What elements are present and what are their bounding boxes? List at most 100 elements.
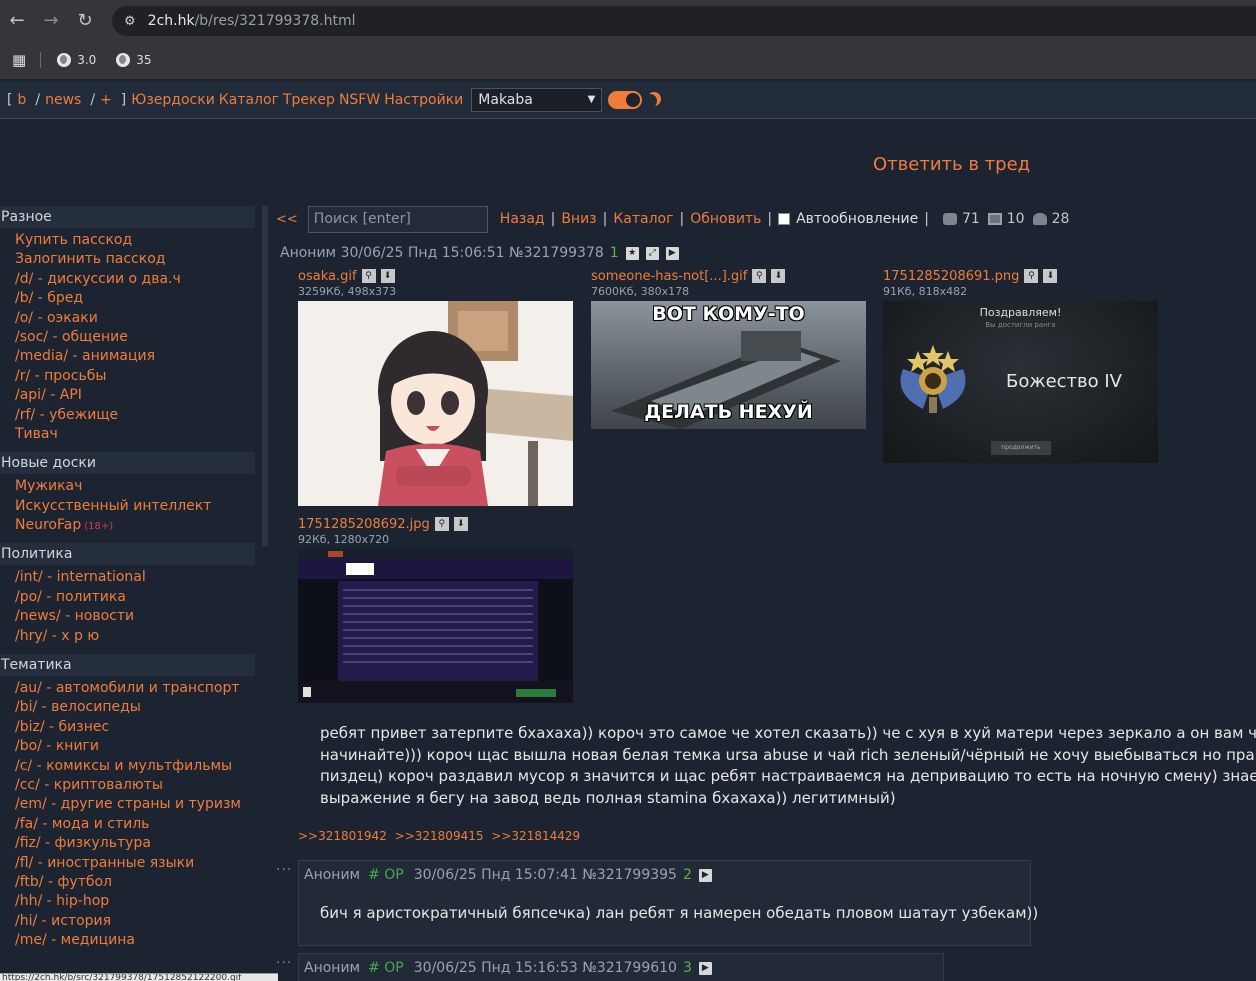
- search-input[interactable]: Поиск [enter]: [307, 205, 488, 233]
- post-count: 3: [682, 960, 692, 976]
- post-number[interactable]: №321799378: [509, 245, 604, 261]
- sidebar-board-link[interactable]: /biz/ - бизнес: [0, 718, 268, 737]
- download-icon[interactable]: ⬇: [771, 269, 786, 283]
- post-menu-icon[interactable]: ···: [276, 862, 292, 878]
- message-line: ребят привет затерпите бхахаха)) короч э…: [320, 724, 1256, 742]
- meme-caption-top: ВОТ КОМУ-ТО: [652, 303, 805, 325]
- play-icon[interactable]: ▶: [665, 246, 679, 260]
- nav-catalog-link[interactable]: Каталог: [613, 211, 673, 227]
- sidebar-board-link[interactable]: /cc/ - криптовалюты: [0, 776, 268, 795]
- nav-tracker[interactable]: Трекер: [283, 92, 335, 108]
- nav-down-link[interactable]: Вниз: [561, 211, 596, 227]
- sidebar-board-link[interactable]: /api/ - API: [0, 386, 268, 405]
- image-thumbnail[interactable]: Поздравляем! Вы достигли ранга Божество …: [883, 301, 1158, 463]
- sidebar-board-link[interactable]: /soc/ - общение: [0, 328, 268, 347]
- star-icon[interactable]: ★: [625, 246, 639, 260]
- sidebar-board-link[interactable]: /hi/ - история: [0, 912, 268, 931]
- reply-thread-link[interactable]: Ответить в тред: [873, 154, 1030, 175]
- sidebar-board-link[interactable]: /d/ - дискуссии о два.ч: [0, 270, 268, 289]
- bookmark-1[interactable]: 3.0: [57, 52, 96, 67]
- post-number[interactable]: №321799610: [582, 960, 677, 976]
- sidebar-board-link[interactable]: /hh/ - hip-hop: [0, 892, 268, 911]
- file-name-link[interactable]: 1751285208692.jpg: [298, 517, 430, 532]
- file-name-link[interactable]: 1751285208691.png: [883, 269, 1019, 284]
- board-link-b[interactable]: b: [17, 92, 26, 108]
- sidebar-board-link[interactable]: /rf/ - убежище: [0, 406, 268, 425]
- sidebar-board-label: /c/ - комиксы и мультфильмы: [15, 757, 233, 774]
- sidebar-board-link[interactable]: Залогинить пасскод: [0, 250, 268, 269]
- file-name-link[interactable]: someone-has-not[...].gif: [591, 269, 747, 284]
- post-count: 2: [682, 867, 692, 883]
- sidebar-board-label: /biz/ - бизнес: [15, 718, 110, 735]
- sidebar-board-link[interactable]: Мужикач: [0, 477, 268, 496]
- download-icon[interactable]: ⬇: [1043, 269, 1058, 283]
- nav-catalog[interactable]: Каталог: [219, 92, 279, 108]
- reply-link[interactable]: >>321809415: [395, 829, 484, 843]
- nav-nsfw[interactable]: NSFW: [339, 92, 380, 108]
- play-icon[interactable]: ▶: [698, 961, 712, 975]
- post-number[interactable]: №321799395: [582, 867, 677, 883]
- sidebar-board-link[interactable]: /au/ - автомобили и транспорт: [0, 679, 268, 698]
- sidebar-board-link[interactable]: /media/ - анимация: [0, 347, 268, 366]
- sidebar-board-link[interactable]: /news/ - новости: [0, 607, 268, 626]
- rank-caption: Поздравляем!: [979, 306, 1062, 319]
- image-thumbnail[interactable]: [298, 549, 573, 703]
- address-bar[interactable]: ⚙ 2ch.hk/b/res/321799378.html: [112, 6, 1256, 36]
- nav-userboards[interactable]: Юзердоски: [131, 92, 215, 108]
- download-icon[interactable]: ⬇: [380, 269, 395, 283]
- apps-grid-icon[interactable]: ▦: [12, 51, 26, 69]
- reply-link[interactable]: >>321814429: [491, 829, 580, 843]
- image-thumbnail[interactable]: [298, 301, 573, 506]
- sidebar-board-link[interactable]: /fa/ - мода и стиль: [0, 815, 268, 834]
- magnifier-icon[interactable]: ⚲: [752, 269, 767, 283]
- nav-back-link[interactable]: Назад: [500, 211, 545, 227]
- sidebar-board-link[interactable]: /em/ - другие страны и туризм: [0, 795, 268, 814]
- sidebar-scrollbar[interactable]: [262, 206, 268, 546]
- magnifier-icon[interactable]: ⚲: [361, 269, 376, 283]
- sidebar-board-link[interactable]: /r/ - просьбы: [0, 367, 268, 386]
- sidebar-board-link[interactable]: /o/ - оэкаки: [0, 309, 268, 328]
- collapse-sidebar-button[interactable]: <<: [276, 212, 298, 227]
- sidebar-board-link[interactable]: NeuroFap (18+): [0, 516, 268, 535]
- sidebar-board-link[interactable]: /c/ - комиксы и мультфильмы: [0, 757, 268, 776]
- sidebar-board-link[interactable]: /bi/ - велосипеды: [0, 698, 268, 717]
- post-menu-icon[interactable]: ···: [276, 955, 292, 971]
- sidebar-board-link[interactable]: /bo/ - книги: [0, 737, 268, 756]
- sidebar-board-link[interactable]: /b/ - бред: [0, 289, 268, 308]
- sidebar-board-link[interactable]: /hry/ - х р ю: [0, 627, 268, 646]
- magnifier-icon[interactable]: ⚲: [1024, 269, 1039, 283]
- reload-icon[interactable]: ↻: [68, 3, 102, 37]
- site-settings-icon[interactable]: ⚙: [124, 14, 136, 29]
- rank-continue-button: продолжить: [991, 441, 1051, 455]
- sidebar-board-link[interactable]: Купить пасскод: [0, 231, 268, 250]
- board-link-plus[interactable]: +: [100, 92, 112, 108]
- download-icon[interactable]: ⬇: [453, 517, 468, 531]
- sidebar-board-link[interactable]: Искусственный интеллект: [0, 497, 268, 516]
- sidebar-board-link[interactable]: /fiz/ - физкультура: [0, 834, 268, 853]
- sidebar-board-link[interactable]: /po/ - политика: [0, 588, 268, 607]
- forward-arrow-icon[interactable]: →: [34, 3, 68, 37]
- back-arrow-icon[interactable]: ←: [0, 3, 34, 37]
- expand-icon[interactable]: ⤢: [645, 246, 659, 260]
- sidebar-board-link[interactable]: /me/ - медицина: [0, 931, 268, 950]
- theme-toggle[interactable]: [608, 90, 643, 109]
- sidebar-board-link[interactable]: /int/ - international: [0, 568, 268, 587]
- board-link-news[interactable]: news: [45, 92, 81, 108]
- reply-link[interactable]: >>321801942: [298, 829, 387, 843]
- magnifier-icon[interactable]: ⚲: [434, 517, 449, 531]
- sidebar-board-label: /fa/ - мода и стиль: [15, 815, 150, 832]
- sidebar-board-link[interactable]: /fl/ - иностранные языки: [0, 854, 268, 873]
- nav-refresh-link[interactable]: Обновить: [690, 211, 761, 227]
- sidebar-board-link[interactable]: Тивач: [0, 425, 268, 444]
- file-name-link[interactable]: osaka.gif: [298, 269, 357, 284]
- style-select[interactable]: Makaba ▼: [471, 87, 603, 112]
- play-icon[interactable]: ▶: [698, 868, 712, 882]
- moon-icon[interactable]: [643, 94, 657, 108]
- auto-update-checkbox[interactable]: [778, 213, 791, 225]
- image-thumbnail[interactable]: ВОТ КОМУ-ТО ДЕЛАТЬ НЕХУЙ: [591, 301, 866, 429]
- sidebar-board-label: /news/ - новости: [15, 608, 135, 625]
- nav-settings[interactable]: Настройки: [384, 92, 463, 108]
- sidebar-board-link[interactable]: /ftb/ - футбол: [0, 873, 268, 892]
- bookmark-2[interactable]: 35: [116, 52, 152, 67]
- op-badge: # OP: [368, 960, 404, 976]
